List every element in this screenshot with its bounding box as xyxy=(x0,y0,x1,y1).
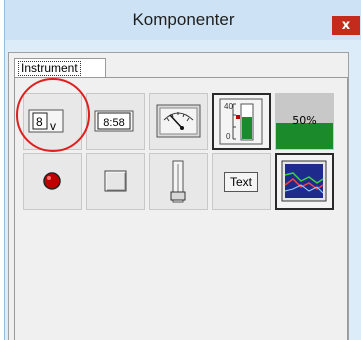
trend-chart-icon xyxy=(281,160,327,202)
time-display-tool[interactable]: 8:58 xyxy=(86,93,145,150)
close-button[interactable]: x xyxy=(332,16,360,35)
vertical-bar-gauge-icon: 40 0 xyxy=(219,98,263,145)
red-led-icon xyxy=(43,172,61,190)
window-title: Komponenter xyxy=(132,10,235,29)
tank-level-percent: 50% xyxy=(292,114,317,127)
bar-gauge-tool[interactable]: 40 0 xyxy=(212,93,271,150)
text-label-sample: Text xyxy=(224,172,258,192)
bar-gauge-scale-top: 40 xyxy=(224,102,233,111)
title-bar[interactable]: Komponenter x xyxy=(5,0,361,40)
push-button-tool[interactable] xyxy=(86,153,145,210)
slider-tool[interactable] xyxy=(149,153,208,210)
square-button-icon xyxy=(104,170,127,192)
text-label-tool[interactable]: Text xyxy=(212,153,271,210)
tab-instrument[interactable]: Instrument xyxy=(14,58,106,78)
bar-gauge-scale-bottom: 0 xyxy=(226,132,231,141)
vertical-slider-icon xyxy=(170,160,186,203)
trend-graph-tool[interactable] xyxy=(275,153,334,210)
needle-gauge-icon xyxy=(156,104,201,138)
led-indicator-tool[interactable] xyxy=(23,153,82,210)
tab-instrument-label: Instrument xyxy=(18,61,81,76)
time-display-value: 8:58 xyxy=(103,117,124,129)
highlight-circle xyxy=(16,78,90,152)
analog-meter-tool[interactable] xyxy=(149,93,208,150)
tank-level-tool[interactable]: 50% xyxy=(275,93,334,150)
time-display-icon: 8:58 xyxy=(94,110,134,132)
